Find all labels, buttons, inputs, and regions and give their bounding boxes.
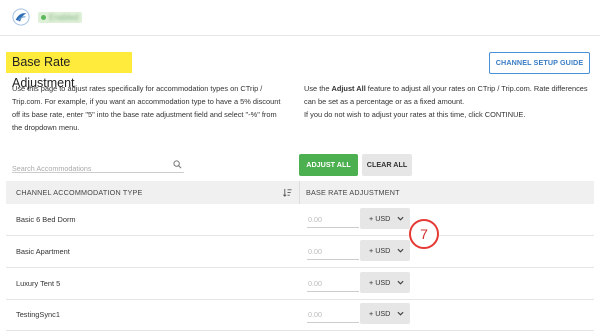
column-header-base-rate-adjustment: BASE RATE ADJUSTMENT <box>306 188 400 197</box>
table-row: Basic 6 Bed Dorm + USD <box>6 204 594 236</box>
step-number-annotation: 7 <box>409 219 439 249</box>
description-right-continue: If you do not wish to adjust your rates … <box>304 110 526 119</box>
accommodation-name: Basic 6 Bed Dorm <box>16 215 76 224</box>
rate-adjustment-input[interactable] <box>307 211 359 228</box>
rate-adjustment-input[interactable] <box>307 243 359 260</box>
currency-label: + USD <box>369 214 391 223</box>
table-header: CHANNEL ACCOMMODATION TYPE BASE RATE ADJ… <box>6 181 594 204</box>
table-row: TestingSync1 + USD <box>6 299 594 331</box>
currency-select[interactable]: + USD <box>360 240 410 261</box>
currency-select[interactable]: + USD <box>360 208 410 229</box>
currency-select[interactable]: + USD <box>360 272 410 293</box>
rate-adjustment-input[interactable] <box>307 275 359 292</box>
search-box <box>12 158 184 176</box>
logo-icon <box>12 8 30 26</box>
chevron-down-icon <box>397 216 404 221</box>
search-icon[interactable] <box>173 160 182 169</box>
top-bar: Enabled <box>0 0 600 36</box>
chevron-down-icon <box>397 311 404 316</box>
adjust-all-emphasis: Adjust All <box>331 84 366 93</box>
column-divider <box>299 181 300 204</box>
description-left: Use this page to adjust rates specifical… <box>12 84 281 132</box>
description-right-prefix: Use the <box>304 84 332 93</box>
adjust-all-button[interactable]: ADJUST ALL <box>299 154 358 176</box>
search-input[interactable] <box>12 161 162 176</box>
currency-label: + USD <box>369 246 391 255</box>
accommodation-name: Basic Apartment <box>16 247 70 256</box>
page-title: Base Rate Adjustment <box>6 52 132 90</box>
table-row: Basic Apartment + USD <box>6 236 594 268</box>
chevron-down-icon <box>397 280 404 285</box>
table-row: Luxury Tent 5 + USD <box>6 268 594 300</box>
chevron-down-icon <box>397 248 404 253</box>
column-header-accommodation-type: CHANNEL ACCOMMODATION TYPE <box>16 188 143 197</box>
currency-label: + USD <box>369 309 391 318</box>
currency-select[interactable]: + USD <box>360 303 410 324</box>
status-badge: Enabled <box>38 12 82 23</box>
clear-all-button[interactable]: CLEAR ALL <box>362 154 412 176</box>
accommodation-name: TestingSync1 <box>16 310 60 319</box>
rate-adjustment-input[interactable] <box>307 306 359 323</box>
description-right: Use the Adjust All feature to adjust all… <box>304 82 594 121</box>
currency-label: + USD <box>369 278 391 287</box>
status-label: Enabled <box>49 13 79 22</box>
channel-setup-guide-button[interactable]: CHANNEL SETUP GUIDE <box>489 52 590 74</box>
sort-icon[interactable] <box>283 188 292 197</box>
accommodation-name: Luxury Tent 5 <box>16 279 61 288</box>
